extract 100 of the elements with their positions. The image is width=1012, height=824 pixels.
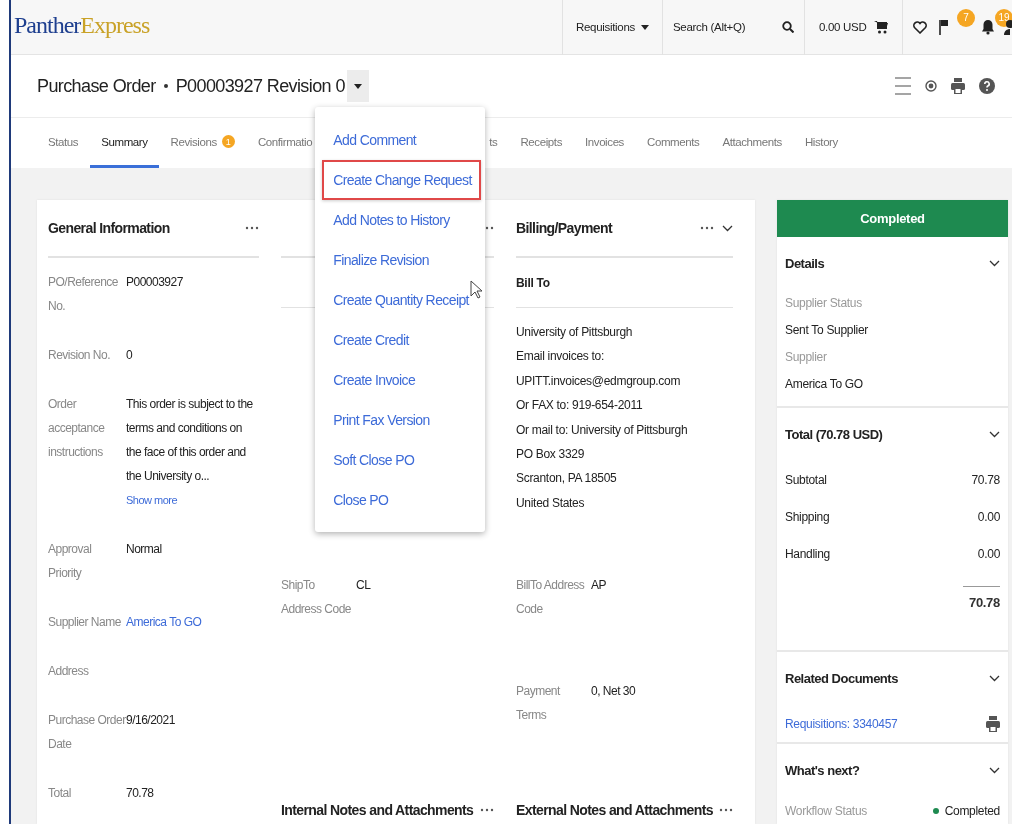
section-title: Details — [785, 256, 825, 271]
user-icon[interactable] — [1004, 19, 1012, 35]
field-value: AP — [591, 577, 607, 595]
chevron-down-icon[interactable] — [989, 767, 1000, 774]
menu-item[interactable]: Add Notes to History — [315, 200, 486, 240]
tab[interactable]: Confirmatio — [246, 118, 313, 168]
field-label: Workflow Status — [785, 802, 867, 820]
total-amount: 70.78 — [963, 586, 1000, 610]
tab[interactable]: Revisions 1 — [159, 118, 246, 168]
field-value: 0 — [126, 347, 134, 364]
chevron-down-icon[interactable] — [722, 224, 733, 232]
section-title: General Information — [48, 220, 170, 236]
field-value: CL — [356, 577, 372, 594]
print-icon[interactable] — [986, 715, 1000, 732]
menu-item[interactable]: Soft Close PO — [315, 440, 486, 480]
search-icon[interactable] — [782, 21, 794, 33]
status-dot-icon — [932, 808, 939, 814]
cart-icon[interactable] — [874, 20, 888, 34]
field-label: ShipTo Address Code — [281, 577, 353, 618]
field-label: Supplier Name — [48, 614, 122, 631]
chevron-down-icon[interactable] — [989, 431, 1000, 438]
supplier-link[interactable]: America To GO — [126, 610, 259, 634]
menu-item[interactable]: Close PO — [315, 480, 486, 520]
field-value: Sent To Supplier — [785, 322, 870, 339]
tab[interactable]: Receipts — [509, 118, 573, 168]
field-label: Total — [48, 785, 72, 802]
menu-item[interactable]: Add Comment — [315, 120, 486, 160]
menu-item[interactable]: Create Change Request — [322, 160, 482, 200]
eye-icon[interactable] — [925, 80, 937, 92]
bullet-icon — [163, 84, 168, 88]
field-value: 0, Net 30 — [591, 683, 637, 701]
status-text: Completed — [944, 804, 1000, 818]
search-field[interactable]: Search (Alt+Q) — [673, 21, 746, 33]
show-more-link[interactable]: Show more — [126, 488, 259, 512]
section-title: Total (70.78 USD) — [785, 427, 883, 442]
field-label: BillTo Address Code — [516, 577, 586, 619]
actions-dropdown-button[interactable] — [346, 70, 369, 102]
section-title: Billing/Payment — [516, 220, 613, 236]
chevron-down-icon[interactable] — [989, 675, 1000, 682]
more-icon[interactable] — [719, 808, 733, 812]
section-title: External Notes and Attachments — [516, 802, 713, 818]
amount: 0.00 — [977, 546, 1000, 561]
caret-icon — [641, 24, 649, 30]
field-value: This order is subject to the terms and conditions on the face of this order and the University o... — [126, 396, 254, 485]
more-icon[interactable] — [700, 226, 714, 230]
tab[interactable]: Status — [37, 118, 90, 168]
notification-badge: 7 — [957, 8, 975, 27]
cursor-icon — [470, 280, 482, 299]
requisition-link[interactable]: Requisitions: 3340457 — [785, 716, 898, 731]
heart-icon[interactable] — [913, 20, 927, 34]
field-label: Approval Priority — [48, 541, 93, 582]
count-badge: 1 — [221, 135, 235, 148]
field-label: Order acceptance instructions — [48, 396, 106, 461]
tab[interactable]: Comments — [636, 118, 711, 168]
subsection-title: Bill To — [516, 275, 550, 290]
tab[interactable]: ts — [489, 118, 509, 168]
print-icon[interactable] — [951, 78, 965, 94]
order-number: P00003927 Revision 0 — [175, 75, 345, 97]
billing-address: University of Pittsburgh Email invoices to: UPITT.invoices@edmgroup.com Or FAX to: 919-654-2011 Or mail to: University of Pittsburgh PO Box 3329 Scranton, PA 18505 United States — [516, 324, 689, 512]
field-label: Subtotal — [785, 472, 827, 487]
field-label: Handling — [785, 546, 830, 561]
tab[interactable]: Summary — [90, 118, 159, 168]
section-title: What's next? — [785, 763, 860, 778]
bell-icon[interactable] — [981, 19, 995, 35]
help-icon[interactable] — [979, 78, 995, 94]
field-label: Shipping — [785, 509, 830, 524]
menu-item[interactable]: Print Fax Version — [315, 400, 486, 440]
section-title: Internal Notes and Attachments — [281, 802, 474, 818]
field-label: Payment Terms — [516, 683, 562, 725]
logo[interactable]: PantherExpress — [11, 11, 150, 39]
field-label: Address — [48, 663, 90, 680]
status-banner: Completed — [777, 200, 1008, 237]
notification-badge: 19 — [995, 8, 1012, 27]
chevron-down-icon[interactable] — [989, 260, 1000, 267]
more-icon[interactable] — [245, 226, 259, 230]
amount: 70.78 — [971, 472, 1000, 487]
menu-item[interactable]: Create Invoice — [315, 360, 486, 400]
requisitions-menu[interactable]: Requisitions — [562, 0, 662, 55]
field-value: 9/16/2021 — [126, 712, 176, 729]
field-value: Normal — [126, 541, 163, 558]
tab[interactable]: Invoices — [574, 118, 635, 168]
field-label: Supplier Status — [785, 295, 863, 312]
menu-item[interactable]: Create Quantity Receipt — [315, 280, 486, 320]
field-label: Revision No. — [48, 347, 112, 364]
field-value: America To GO — [785, 376, 864, 393]
field-value: P00003927 — [126, 274, 184, 291]
flag-icon[interactable] — [939, 19, 949, 35]
page-title: Purchase Order — [37, 75, 156, 97]
menu-item[interactable]: Finalize Revision — [315, 240, 486, 280]
tab[interactable]: Attachments — [711, 118, 793, 168]
caret-icon — [353, 83, 362, 89]
more-icon[interactable] — [480, 808, 494, 812]
field-label: PO/Reference No. — [48, 274, 120, 315]
field-label: Purchase Order Date — [48, 712, 126, 753]
cart-total[interactable]: 0.00 USD — [819, 21, 867, 33]
field-label: Supplier — [785, 349, 828, 366]
amount: 0.00 — [977, 509, 1000, 524]
tab[interactable]: History — [793, 118, 849, 168]
menu-item[interactable]: Create Credit — [315, 320, 486, 360]
section-title: Related Documents — [785, 671, 898, 686]
